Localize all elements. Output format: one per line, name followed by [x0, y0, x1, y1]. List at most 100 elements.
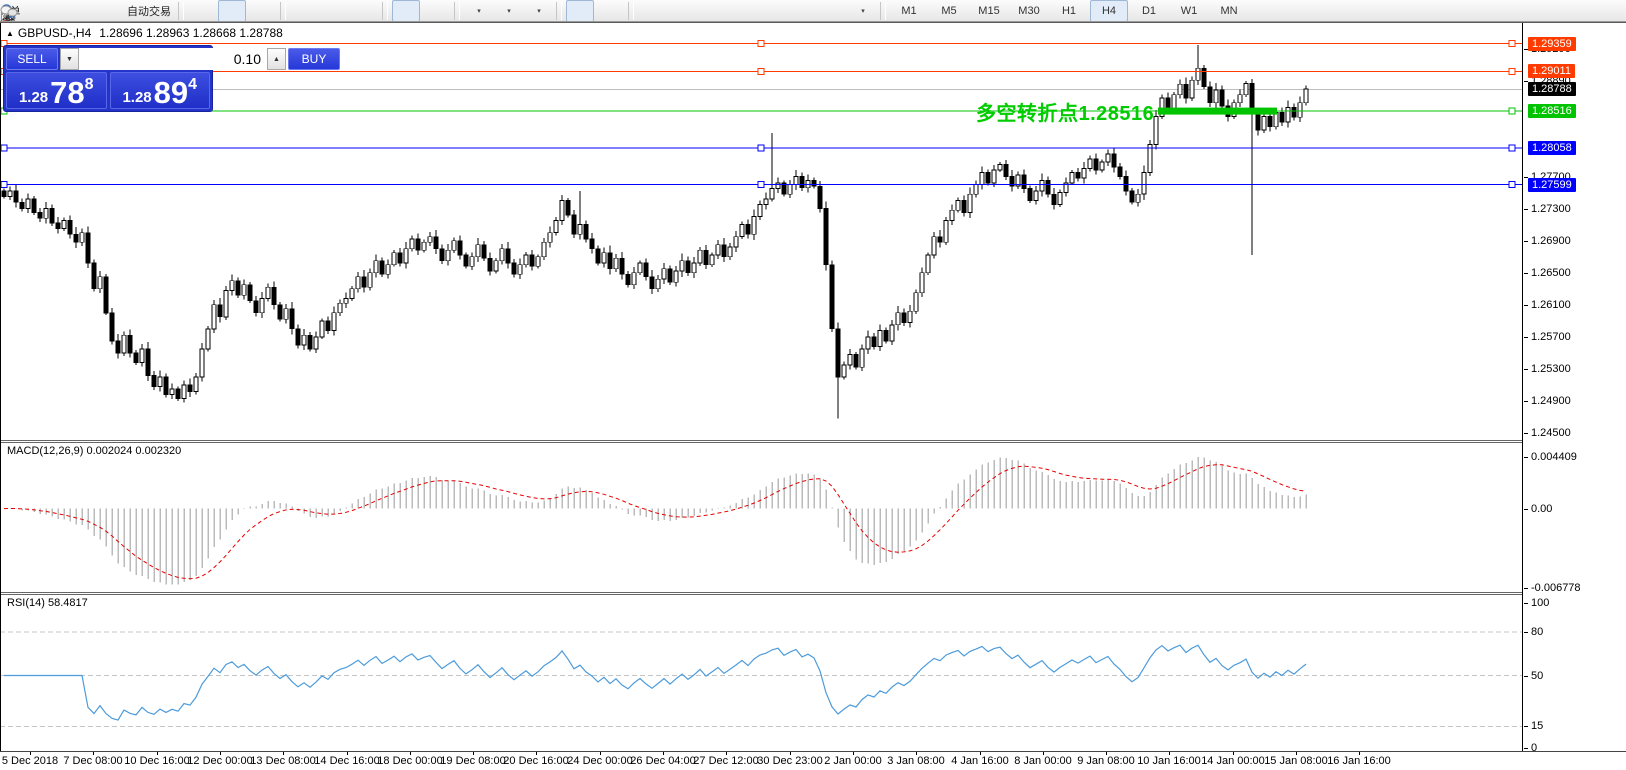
bid-price-display[interactable]: 1.28 78 8	[6, 72, 107, 109]
timeframe-m15[interactable]: M15	[970, 0, 1008, 22]
y-axis-tick: 1.24500	[1524, 427, 1571, 439]
line-handle[interactable]	[1, 145, 7, 151]
line-handle[interactable]	[1509, 145, 1515, 151]
x-axis-label: 12 Dec 00:00	[187, 755, 252, 767]
x-axis-label: 2 Jan 00:00	[824, 755, 882, 767]
timeframe-h1[interactable]: H1	[1050, 0, 1088, 22]
toolbar-separator	[454, 2, 460, 20]
timeframe-m1[interactable]: M1	[890, 0, 928, 22]
dropdown-caret-icon[interactable]: ▾	[861, 7, 865, 15]
rsi-line	[4, 645, 1306, 720]
tile-windows-button[interactable]	[350, 0, 378, 22]
mt4-terminal: 单自动交易▾▾▾EFAT▾M1M5M15M30H1H4D1W1MN ▲GBPUS…	[0, 0, 1626, 770]
line-handle[interactable]	[758, 41, 764, 47]
one-click-trading-panel: SELL ▼ ▲ BUY 1.28 78 8 1.28 89 4	[3, 45, 213, 112]
periods-button[interactable]: ▾	[494, 0, 522, 22]
x-axis-label: 27 Dec 12:00	[693, 755, 758, 767]
zoom-in-button[interactable]	[290, 0, 318, 22]
timeframe-mn[interactable]: MN	[1210, 0, 1248, 22]
auto-scroll-button[interactable]	[392, 0, 420, 22]
label-button[interactable]: T	[818, 0, 846, 22]
data-window-icon[interactable]	[61, 0, 89, 22]
crosshair-button[interactable]	[596, 0, 624, 22]
macd-canvas[interactable]	[0, 443, 1522, 592]
panel-separator[interactable]	[0, 592, 1626, 595]
dropdown-caret-icon[interactable]: ▾	[477, 7, 481, 15]
indicators-button[interactable]: ▾	[464, 0, 492, 22]
timeframe-d1[interactable]: D1	[1130, 0, 1168, 22]
price-axis[interactable]: 1.292901.288901.277001.273001.269001.265…	[1522, 23, 1626, 751]
vertical-line-button[interactable]	[638, 0, 666, 22]
pivot-highlight-segment[interactable]	[1158, 108, 1277, 115]
symbol-period-label: GBPUSD-,H4	[18, 26, 91, 40]
line-handle[interactable]	[758, 182, 764, 188]
lot-size-input[interactable]	[79, 48, 267, 70]
chart-window-icon[interactable]	[31, 0, 59, 22]
x-axis-label: 8 Jan 00:00	[1014, 755, 1072, 767]
line-handle[interactable]	[1509, 68, 1515, 74]
y-axis-tick: 1.26100	[1524, 299, 1571, 311]
timeframe-m5[interactable]: M5	[930, 0, 968, 22]
y-axis-tick: 1.26500	[1524, 267, 1571, 279]
bid-pipette: 8	[85, 76, 94, 94]
chart-title: ▲GBPUSD-,H41.28696 1.28963 1.28668 1.287…	[6, 26, 283, 40]
collapse-icon[interactable]: ▲	[6, 29, 14, 38]
rsi-axis-tick: 15	[1524, 720, 1543, 732]
chat-button[interactable]	[1573, 0, 1601, 22]
y-axis-tick: 1.25700	[1524, 331, 1571, 343]
search-button[interactable]	[1531, 0, 1559, 22]
time-axis[interactable]: 5 Dec 20187 Dec 08:0010 Dec 16:0012 Dec …	[0, 752, 1626, 770]
dropdown-caret-icon[interactable]: ▾	[537, 7, 541, 15]
chart-frame-left	[0, 23, 1, 751]
signals-icon[interactable]	[91, 0, 119, 22]
ask-price-display[interactable]: 1.28 89 4	[110, 72, 211, 109]
pivot-annotation-text[interactable]: 多空转折点1.28516	[976, 97, 1154, 126]
templates-button[interactable]: ▾	[524, 0, 552, 22]
rsi-label: RSI(14) 58.4817	[7, 597, 88, 609]
toolbar-separator	[280, 2, 286, 20]
sell-button[interactable]: SELL	[6, 48, 58, 70]
timeframe-w1[interactable]: W1	[1170, 0, 1208, 22]
line-chart-button[interactable]	[248, 0, 276, 22]
autotrading-button[interactable]: 自动交易	[121, 0, 174, 22]
line-handle[interactable]	[1509, 41, 1515, 47]
lot-size-group: ▼ ▲	[60, 48, 286, 70]
lot-increase-button[interactable]: ▲	[267, 48, 286, 70]
x-axis-label: 30 Dec 23:00	[757, 755, 822, 767]
line-handle[interactable]	[758, 145, 764, 151]
timeframe-m30[interactable]: M30	[1010, 0, 1048, 22]
channel-button[interactable]: E	[728, 0, 756, 22]
line-handle[interactable]	[1509, 108, 1515, 114]
cursor-button[interactable]	[566, 0, 594, 22]
x-axis-label: 26 Dec 04:00	[630, 755, 695, 767]
timeframe-h4[interactable]: H4	[1090, 0, 1128, 22]
x-axis-label: 10 Dec 16:00	[124, 755, 189, 767]
trendline-button[interactable]	[698, 0, 726, 22]
rsi-axis-tick: 100	[1524, 597, 1549, 609]
macd-label: MACD(12,26,9) 0.002024 0.002320	[7, 445, 181, 457]
fibonacci-button[interactable]: F	[758, 0, 786, 22]
bar-chart-button[interactable]	[188, 0, 216, 22]
panel-separator[interactable]	[0, 440, 1626, 443]
toolbar-separator	[382, 2, 388, 20]
horizontal-line-button[interactable]	[668, 0, 696, 22]
line-handle[interactable]	[758, 68, 764, 74]
x-axis-label: 15 Jan 08:00	[1264, 755, 1328, 767]
lot-decrease-button[interactable]: ▼	[60, 48, 79, 70]
zoom-out-button[interactable]	[320, 0, 348, 22]
price-chart-canvas[interactable]	[0, 23, 1522, 440]
candlestick-button[interactable]	[218, 0, 246, 22]
buy-button[interactable]: BUY	[288, 48, 340, 70]
line-handle[interactable]	[1, 182, 7, 188]
price-line-label: 1.29359	[1528, 37, 1576, 51]
ask-pipette: 4	[188, 76, 197, 94]
price-line-label: 1.28058	[1528, 141, 1576, 155]
x-axis-label: 24 Dec 00:00	[567, 755, 632, 767]
line-handle[interactable]	[1509, 182, 1515, 188]
rsi-canvas[interactable]	[0, 595, 1522, 751]
toolbar-separator	[628, 2, 634, 20]
text-button[interactable]: A	[788, 0, 816, 22]
arrows-button[interactable]: ▾	[848, 0, 876, 22]
dropdown-caret-icon[interactable]: ▾	[507, 7, 511, 15]
chart-shift-button[interactable]	[422, 0, 450, 22]
